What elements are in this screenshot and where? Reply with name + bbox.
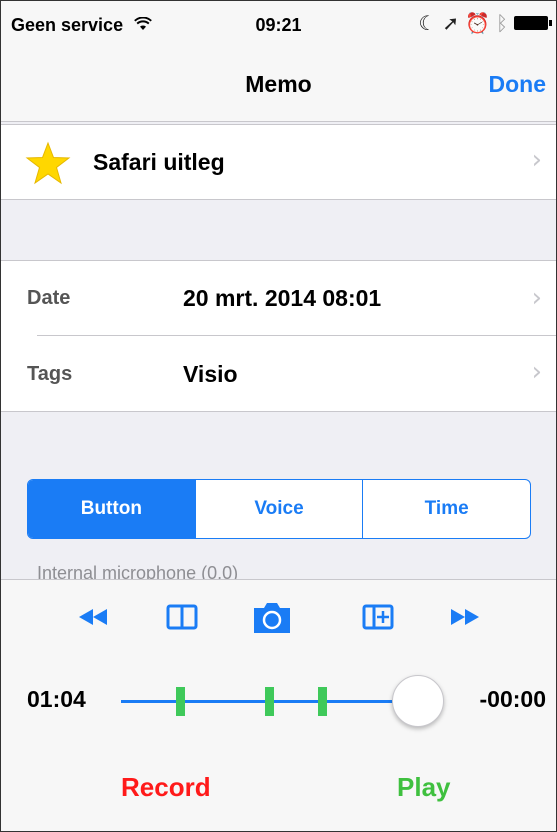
elapsed-time: 01:04 xyxy=(27,686,86,712)
app-frame: Geen service 09:21 ☾➚⏰ᛒ Memo Done Safari… xyxy=(0,0,557,832)
chevron-right-icon: › xyxy=(531,145,542,175)
status-icons: ☾➚⏰ᛒ xyxy=(418,11,552,36)
segment-voice[interactable]: Voice xyxy=(196,480,364,538)
chevron-right-icon: › xyxy=(531,357,542,387)
date-value: 20 mrt. 2014 08:01 xyxy=(183,285,382,311)
add-bookmark-icon[interactable] xyxy=(361,598,395,636)
mode-segmented-control: Button Voice Time xyxy=(27,479,531,539)
record-button[interactable]: Record xyxy=(121,772,211,803)
navigation-bar: Memo Done xyxy=(1,47,556,122)
bluetooth-icon: ᛒ xyxy=(496,13,514,35)
player-panel: 01:04 -00:00 Record Play xyxy=(1,579,556,831)
tags-label: Tags xyxy=(27,363,73,385)
date-label: Date xyxy=(27,287,71,309)
segment-time[interactable]: Time xyxy=(363,480,530,538)
star-icon[interactable] xyxy=(25,141,71,185)
memo-title-row[interactable]: Safari uitleg › xyxy=(1,124,556,200)
slider-thumb[interactable] xyxy=(392,675,444,727)
row-divider xyxy=(37,335,556,336)
camera-icon[interactable] xyxy=(251,598,293,636)
bookmark-marker[interactable] xyxy=(318,687,328,716)
rewind-icon[interactable] xyxy=(77,598,111,636)
battery-icon xyxy=(514,15,552,30)
fast-forward-icon[interactable] xyxy=(447,598,481,636)
alarm-icon: ⏰ xyxy=(465,13,496,35)
book-icon[interactable] xyxy=(165,598,199,636)
bookmark-marker[interactable] xyxy=(265,687,274,716)
status-bar: Geen service 09:21 ☾➚⏰ᛒ xyxy=(1,1,556,47)
done-button[interactable]: Done xyxy=(489,71,547,98)
moon-icon: ☾ xyxy=(418,13,443,35)
tags-value: Visio xyxy=(183,361,238,387)
chevron-right-icon: › xyxy=(531,283,542,313)
bookmark-marker[interactable] xyxy=(176,687,186,716)
page-title: Memo xyxy=(245,71,312,97)
segment-button[interactable]: Button xyxy=(28,480,196,538)
tags-row[interactable]: Tags Visio › xyxy=(1,337,556,412)
remaining-time: -00:00 xyxy=(479,686,546,712)
play-button[interactable]: Play xyxy=(397,772,451,803)
date-row[interactable]: Date 20 mrt. 2014 08:01 › xyxy=(1,260,556,337)
memo-title: Safari uitleg xyxy=(93,149,225,175)
location-arrow-icon: ➚ xyxy=(442,13,466,35)
